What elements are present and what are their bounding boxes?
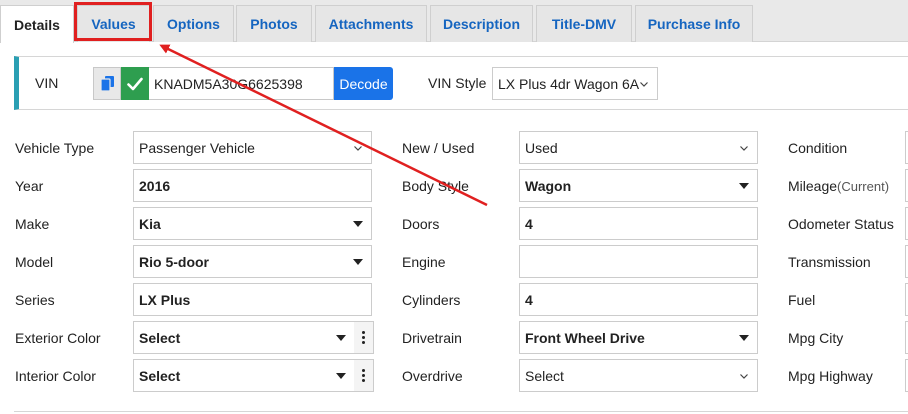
vin-label: VIN xyxy=(35,75,59,91)
decode-button[interactable]: Decode xyxy=(334,67,393,100)
chevron-down-icon xyxy=(354,146,362,151)
interior-color-value: Select xyxy=(139,367,181,384)
condition-label: Condition xyxy=(788,140,848,156)
new-used-label: New / Used xyxy=(402,140,475,156)
new-used-select[interactable]: Used xyxy=(519,131,758,164)
fuel-label: Fuel xyxy=(788,292,816,308)
mileage-label-text: Mileage xyxy=(788,178,838,194)
mpg-highway-label: Mpg Highway xyxy=(788,368,873,384)
panel-bottom-divider xyxy=(14,411,908,412)
body-style-value: Wagon xyxy=(525,177,572,194)
tab-label: Purchase Info xyxy=(647,16,741,32)
tab-label: Details xyxy=(14,16,60,33)
series-input[interactable]: LX Plus xyxy=(133,283,372,316)
copy-icon xyxy=(100,76,114,91)
chevron-down-icon xyxy=(740,374,748,379)
chevron-down-icon xyxy=(740,146,748,151)
drivetrain-select[interactable]: Front Wheel Drive xyxy=(519,321,758,354)
mpg-city-label: Mpg City xyxy=(788,330,844,346)
body-style-select[interactable]: Wagon xyxy=(519,169,758,202)
vin-style-value: LX Plus 4dr Wagon 6A xyxy=(498,75,640,92)
tab-label: Description xyxy=(442,16,520,32)
odometer-status-label: Odometer Status xyxy=(788,216,894,232)
tab-description[interactable]: Description xyxy=(430,5,533,42)
cylinders-input[interactable]: 4 xyxy=(519,283,758,316)
tab-label: Options xyxy=(167,16,220,32)
overdrive-value: Select xyxy=(525,367,564,384)
caret-down-icon xyxy=(353,221,363,227)
vin-valid-button[interactable] xyxy=(121,67,149,100)
tab-label: Photos xyxy=(250,16,298,32)
tab-attachments[interactable]: Attachments xyxy=(315,5,427,42)
copy-vin-button[interactable] xyxy=(93,67,121,100)
model-value: Rio 5-door xyxy=(139,253,209,270)
exterior-color-label: Exterior Color xyxy=(15,330,101,346)
body-style-label: Body Style xyxy=(402,178,469,194)
new-used-value: Used xyxy=(525,139,558,156)
exterior-color-select[interactable]: Select xyxy=(133,321,355,354)
make-value: Kia xyxy=(139,215,161,232)
tab-purchase-info[interactable]: Purchase Info xyxy=(635,5,753,42)
make-label: Make xyxy=(15,216,50,232)
caret-down-icon xyxy=(739,183,749,189)
drivetrain-value: Front Wheel Drive xyxy=(525,329,645,346)
caret-down-icon xyxy=(353,259,363,265)
overdrive-select[interactable]: Select xyxy=(519,359,758,392)
interior-color-select[interactable]: Select xyxy=(133,359,355,392)
mileage-label: Mileage(Current) xyxy=(788,178,889,194)
interior-color-label: Interior Color xyxy=(15,368,96,384)
year-input[interactable]: 2016 xyxy=(133,169,372,202)
series-label: Series xyxy=(15,292,55,308)
tab-title-dmv[interactable]: Title-DMV xyxy=(536,5,632,42)
year-label: Year xyxy=(15,178,44,194)
vehicle-type-label: Vehicle Type xyxy=(15,140,95,156)
vehicle-type-value: Passenger Vehicle xyxy=(139,139,255,156)
caret-down-icon xyxy=(739,335,749,341)
exterior-color-value: Select xyxy=(139,329,181,346)
vin-style-select[interactable]: LX Plus 4dr Wagon 6A xyxy=(492,67,658,100)
caret-down-icon xyxy=(336,373,346,379)
engine-input[interactable] xyxy=(519,245,758,278)
vin-input[interactable]: KNADM5A30G6625398 xyxy=(149,67,334,100)
cylinders-label: Cylinders xyxy=(402,292,461,308)
annotation-highlight-box xyxy=(74,2,152,41)
transmission-label: Transmission xyxy=(788,254,871,270)
tab-photos[interactable]: Photos xyxy=(236,5,312,42)
chevron-down-icon xyxy=(640,82,648,87)
tab-options[interactable]: Options xyxy=(153,5,234,42)
model-label: Model xyxy=(15,254,54,270)
vehicle-type-select[interactable]: Passenger Vehicle xyxy=(133,131,372,164)
check-icon xyxy=(127,77,143,90)
doors-label: Doors xyxy=(402,216,440,232)
make-select[interactable]: Kia xyxy=(133,207,372,240)
caret-down-icon xyxy=(336,335,346,341)
overdrive-label: Overdrive xyxy=(402,368,463,384)
tab-details[interactable]: Details xyxy=(0,5,74,43)
drivetrain-label: Drivetrain xyxy=(402,330,462,346)
exterior-color-more-button[interactable] xyxy=(354,321,374,354)
vin-style-label: VIN Style xyxy=(428,75,487,91)
tab-label: Attachments xyxy=(328,16,414,32)
engine-label: Engine xyxy=(402,254,446,270)
tab-label: Title-DMV xyxy=(551,16,617,32)
model-select[interactable]: Rio 5-door xyxy=(133,245,372,278)
mileage-label-sub: (Current) xyxy=(837,179,890,194)
doors-input[interactable]: 4 xyxy=(519,207,758,240)
interior-color-more-button[interactable] xyxy=(354,359,374,392)
